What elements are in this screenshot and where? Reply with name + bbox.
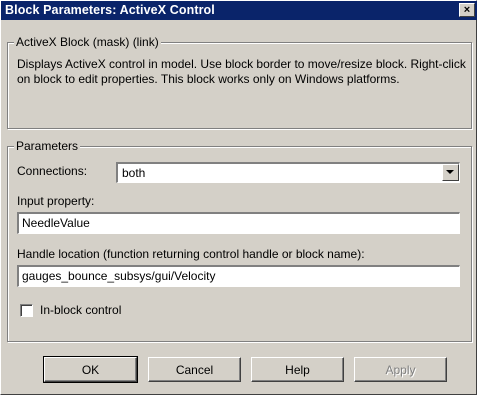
close-button[interactable]: × — [459, 3, 475, 17]
connections-dropdown[interactable]: both — [116, 162, 460, 183]
block-description: Displays ActiveX control in model. Use b… — [17, 57, 466, 86]
title-bar[interactable]: Block Parameters: ActiveX Control × — [1, 1, 477, 20]
input-property-field[interactable]: NeedleValue — [17, 212, 460, 234]
chevron-down-icon[interactable] — [442, 164, 459, 181]
apply-button-label: Apply — [385, 362, 416, 377]
mask-info-group: ActiveX Block (mask) (link) Displays Act… — [7, 35, 472, 129]
connections-label: Connections: — [17, 164, 88, 178]
dialog-window: Block Parameters: ActiveX Control × Acti… — [0, 0, 477, 395]
input-property-label: Input property: — [17, 194, 95, 208]
parameters-group-legend: Parameters — [14, 139, 81, 153]
cancel-button-label: Cancel — [175, 362, 214, 377]
window-title: Block Parameters: ActiveX Control — [5, 3, 215, 17]
close-icon: × — [463, 3, 471, 16]
inblock-control-checkbox[interactable] — [20, 304, 33, 317]
ok-button[interactable]: OK — [43, 356, 138, 383]
parameters-group: Parameters Connections: both Input prope… — [7, 139, 472, 342]
help-button-label: Help — [285, 362, 310, 377]
help-button[interactable]: Help — [251, 357, 344, 382]
handle-location-label: Handle location (function returning cont… — [17, 247, 365, 261]
inblock-control-label[interactable]: In-block control — [40, 303, 121, 317]
ok-button-label: OK — [81, 362, 100, 377]
cancel-button[interactable]: Cancel — [148, 357, 241, 382]
handle-location-field[interactable]: gauges_bounce_subsys/gui/Velocity — [17, 265, 460, 287]
connections-selected-value: both — [122, 166, 146, 180]
mask-group-legend: ActiveX Block (mask) (link) — [14, 35, 161, 49]
apply-button[interactable]: Apply — [354, 357, 447, 382]
